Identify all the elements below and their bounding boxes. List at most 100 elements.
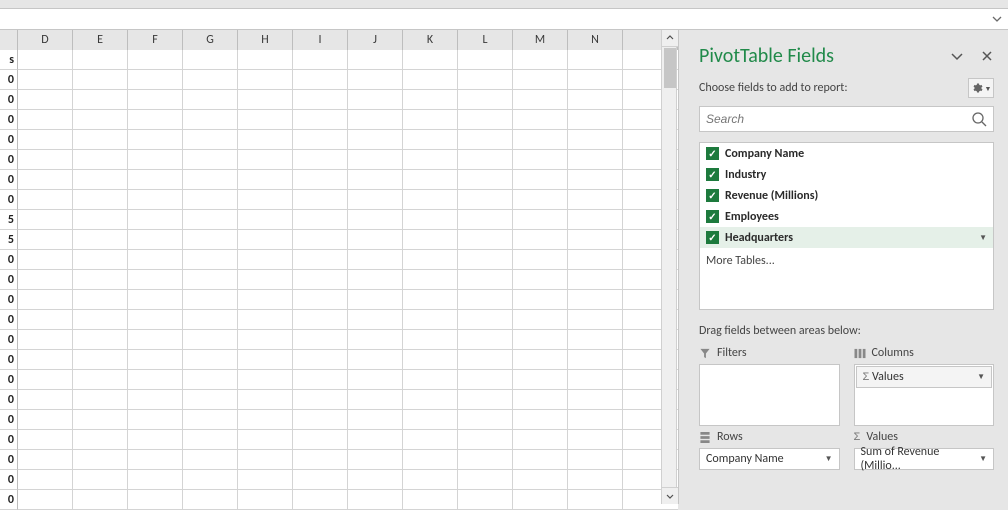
- cell[interactable]: [128, 210, 183, 230]
- cell[interactable]: [128, 310, 183, 330]
- column-header-H[interactable]: H: [238, 30, 293, 50]
- cell[interactable]: [568, 290, 623, 310]
- field-item-industry[interactable]: ✓Industry: [700, 164, 993, 185]
- cell[interactable]: [568, 110, 623, 130]
- cell[interactable]: [568, 310, 623, 330]
- cell[interactable]: [18, 290, 73, 310]
- cell[interactable]: [183, 70, 238, 90]
- cell[interactable]: [238, 490, 293, 510]
- cell[interactable]: [568, 230, 623, 250]
- checkbox-icon[interactable]: ✓: [706, 168, 719, 181]
- cell[interactable]: [293, 310, 348, 330]
- cell[interactable]: [403, 490, 458, 510]
- cell[interactable]: [568, 150, 623, 170]
- cell[interactable]: [568, 210, 623, 230]
- cell[interactable]: [348, 490, 403, 510]
- cell[interactable]: [183, 290, 238, 310]
- cell[interactable]: [348, 170, 403, 190]
- checkbox-icon[interactable]: ✓: [706, 147, 719, 160]
- cell[interactable]: [128, 150, 183, 170]
- cell[interactable]: [18, 310, 73, 330]
- cell[interactable]: [128, 190, 183, 210]
- cell[interactable]: [348, 90, 403, 110]
- field-item-revenue-millions-[interactable]: ✓Revenue (Millions): [700, 185, 993, 206]
- vertical-scrollbar[interactable]: [661, 30, 677, 504]
- cell[interactable]: [18, 110, 73, 130]
- cell[interactable]: 0: [0, 290, 18, 310]
- cell[interactable]: 0: [0, 250, 18, 270]
- cell[interactable]: [293, 390, 348, 410]
- cell[interactable]: [458, 330, 513, 350]
- cell[interactable]: [293, 330, 348, 350]
- cell[interactable]: [458, 270, 513, 290]
- cell[interactable]: [293, 410, 348, 430]
- cell[interactable]: [293, 430, 348, 450]
- cell[interactable]: [238, 350, 293, 370]
- cell[interactable]: [128, 250, 183, 270]
- cell[interactable]: [73, 190, 128, 210]
- cell[interactable]: 0: [0, 190, 18, 210]
- cell[interactable]: [73, 50, 128, 70]
- cell[interactable]: [458, 230, 513, 250]
- cell[interactable]: [73, 350, 128, 370]
- cell[interactable]: [458, 150, 513, 170]
- worksheet-grid[interactable]: DEFGHIJKLMN s0000000550000000000000: [0, 30, 678, 504]
- cell[interactable]: [183, 210, 238, 230]
- cell[interactable]: [513, 410, 568, 430]
- cell[interactable]: [18, 70, 73, 90]
- cell[interactable]: [513, 470, 568, 490]
- cell[interactable]: [183, 450, 238, 470]
- cell[interactable]: [403, 330, 458, 350]
- cell[interactable]: [568, 90, 623, 110]
- column-header-L[interactable]: L: [458, 30, 513, 50]
- cell[interactable]: [18, 150, 73, 170]
- cell[interactable]: [348, 130, 403, 150]
- cell[interactable]: [348, 450, 403, 470]
- cell[interactable]: [18, 270, 73, 290]
- cell[interactable]: [293, 250, 348, 270]
- cell[interactable]: [73, 90, 128, 110]
- cell[interactable]: [513, 70, 568, 90]
- cell[interactable]: 0: [0, 130, 18, 150]
- cell[interactable]: [18, 330, 73, 350]
- scrollbar-thumb[interactable]: [664, 48, 676, 88]
- cell[interactable]: [18, 390, 73, 410]
- cell[interactable]: 0: [0, 490, 18, 510]
- cell[interactable]: 0: [0, 270, 18, 290]
- field-search[interactable]: [699, 106, 994, 132]
- cell[interactable]: [458, 470, 513, 490]
- cell[interactable]: [18, 410, 73, 430]
- cell[interactable]: s: [0, 50, 18, 70]
- cell[interactable]: [568, 170, 623, 190]
- cell[interactable]: [348, 70, 403, 90]
- cell[interactable]: [18, 190, 73, 210]
- cell[interactable]: [458, 250, 513, 270]
- cell[interactable]: [238, 130, 293, 150]
- cell[interactable]: 0: [0, 70, 18, 90]
- cell[interactable]: [458, 190, 513, 210]
- cell[interactable]: [293, 70, 348, 90]
- cell[interactable]: [183, 350, 238, 370]
- columns-item-values[interactable]: Σ Values ▼: [856, 366, 993, 388]
- cell[interactable]: [513, 210, 568, 230]
- cell[interactable]: 0: [0, 450, 18, 470]
- cell[interactable]: [568, 470, 623, 490]
- cell[interactable]: [238, 290, 293, 310]
- rows-item-company-name[interactable]: Company Name ▼: [699, 448, 840, 470]
- cell[interactable]: [348, 330, 403, 350]
- column-header-K[interactable]: K: [403, 30, 458, 50]
- cell[interactable]: [73, 250, 128, 270]
- cell[interactable]: [403, 90, 458, 110]
- cell[interactable]: [293, 490, 348, 510]
- cell[interactable]: [183, 170, 238, 190]
- cell[interactable]: [403, 150, 458, 170]
- cell[interactable]: [348, 110, 403, 130]
- cell[interactable]: [128, 50, 183, 70]
- cell[interactable]: 0: [0, 310, 18, 330]
- cell[interactable]: [18, 50, 73, 70]
- cell[interactable]: [513, 130, 568, 150]
- cell[interactable]: [183, 410, 238, 430]
- cell[interactable]: [568, 270, 623, 290]
- cell[interactable]: [128, 490, 183, 510]
- cell[interactable]: [73, 170, 128, 190]
